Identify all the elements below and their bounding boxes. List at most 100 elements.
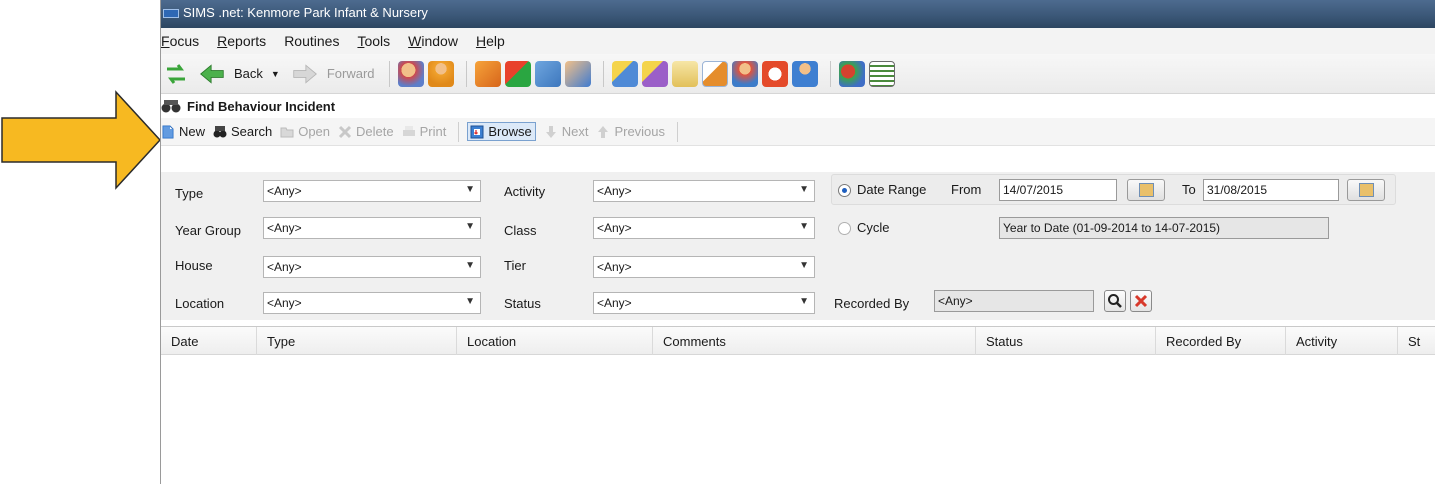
from-date-input[interactable]: 14/07/2015 [999, 179, 1117, 201]
column-header-type[interactable]: Type [257, 327, 457, 355]
menu-tools[interactable]: Tools [357, 33, 390, 49]
recorded-by-clear-button[interactable] [1130, 290, 1152, 312]
user-icon[interactable] [791, 60, 818, 87]
registers-icon[interactable] [641, 60, 668, 87]
report-icon[interactable] [868, 60, 895, 87]
back-arrow-icon [200, 63, 224, 84]
from-label: From [951, 182, 982, 197]
status-select[interactable]: <Any> ▼ [593, 292, 815, 314]
new-button[interactable]: New [161, 124, 205, 139]
toolbar-separator [465, 60, 467, 87]
menu-focus[interactable]: Focus [161, 33, 199, 49]
activity-label: Activity [504, 184, 546, 199]
chevron-down-icon: ▼ [465, 184, 475, 195]
forward-arrow-icon [293, 63, 317, 84]
recorded-by-label: Recorded By [834, 296, 910, 311]
column-header-status-truncated[interactable]: St [1398, 327, 1435, 355]
chevron-down-icon: ▼ [465, 260, 475, 271]
chevron-down-icon: ▼ [465, 221, 475, 232]
delete-x-icon [338, 125, 352, 138]
to-label: To [1182, 182, 1196, 197]
search-button[interactable]: Search [213, 124, 272, 139]
student-icon[interactable] [427, 60, 454, 87]
clear-x-icon [1134, 294, 1148, 308]
location-select[interactable]: <Any> ▼ [263, 292, 481, 314]
people-icon[interactable] [731, 60, 758, 87]
chevron-down-icon: ▼ [465, 296, 475, 307]
menu-window[interactable]: Window [408, 33, 458, 49]
edit-icon[interactable] [701, 60, 728, 87]
chevron-down-icon: ▼ [799, 260, 809, 271]
tier-label: Tier [504, 258, 526, 273]
open-button[interactable]: Open [280, 124, 330, 139]
column-header-date[interactable]: Date [161, 327, 257, 355]
menu-help[interactable]: Help [476, 33, 505, 49]
calendar-icon [1359, 183, 1374, 197]
toolbar-separator [602, 60, 604, 87]
delete-button[interactable]: Delete [338, 124, 394, 139]
date-range-radio[interactable] [838, 184, 851, 197]
house-select[interactable]: <Any> ▼ [263, 256, 481, 278]
browse-button[interactable]: Browse [467, 122, 536, 141]
column-header-recorded-by[interactable]: Recorded By [1156, 327, 1286, 355]
cycle-field: Year to Date (01-09-2014 to 14-07-2015) [999, 217, 1329, 239]
title-bar: SIMS .net: Kenmore Park Infant & Nursery [161, 0, 1435, 28]
previous-button[interactable]: Previous [596, 124, 665, 139]
flags-icon[interactable] [504, 60, 531, 87]
to-calendar-button[interactable] [1347, 179, 1385, 201]
back-dropdown-icon[interactable]: ▼ [271, 69, 280, 79]
menu-bar: Focus Reports Routines Tools Window Help [161, 28, 1435, 54]
tier-select[interactable]: <Any> ▼ [593, 256, 815, 278]
page-header: Find Behaviour Incident [161, 94, 1435, 118]
next-button[interactable]: Next [544, 124, 588, 139]
column-header-status[interactable]: Status [976, 327, 1156, 355]
printer-icon [402, 125, 415, 136]
column-header-activity[interactable]: Activity [1286, 327, 1398, 355]
menu-reports[interactable]: Reports [217, 33, 266, 49]
recorded-by-field: <Any> [934, 290, 1094, 312]
from-calendar-button[interactable] [1127, 179, 1165, 201]
students-icon[interactable] [397, 60, 424, 87]
binoculars-icon [213, 125, 227, 137]
back-button[interactable]: Back [199, 61, 263, 87]
down-arrow-icon [545, 125, 556, 138]
action-bar: New Search Open Delete Print Browse Next [161, 118, 1435, 146]
clock-icon[interactable] [761, 60, 788, 87]
toolbar-separator [829, 60, 831, 87]
type-select[interactable]: <Any> ▼ [263, 180, 481, 202]
calendar-icon [1139, 183, 1154, 197]
house-label: House [175, 258, 213, 273]
to-date-input[interactable]: 31/08/2015 [1203, 179, 1339, 201]
class-label: Class [504, 223, 537, 238]
activity-select[interactable]: <Any> ▼ [593, 180, 815, 202]
app-icon [163, 9, 179, 18]
column-header-location[interactable]: Location [457, 327, 653, 355]
book-icon[interactable] [474, 60, 501, 87]
print-button[interactable]: Print [402, 124, 446, 139]
screen-icon[interactable] [534, 60, 561, 87]
location-label: Location [175, 296, 225, 311]
document-icon[interactable] [671, 60, 698, 87]
column-header-comments[interactable]: Comments [653, 327, 976, 355]
switch-arrows-icon [167, 63, 185, 84]
action-separator [458, 121, 460, 142]
results-grid: Date Type Location Comments Status Recor… [161, 326, 1435, 484]
class-select[interactable]: <Any> ▼ [593, 217, 815, 239]
browse-icon [470, 125, 484, 138]
cycle-label: Cycle [857, 220, 890, 235]
type-label: Type [175, 186, 204, 201]
chevron-down-icon: ▼ [799, 221, 809, 232]
pointer-arrow [1, 90, 162, 190]
attendance-icon[interactable] [611, 60, 638, 87]
app-window: SIMS .net: Kenmore Park Infant & Nursery… [160, 0, 1435, 484]
switch-button[interactable] [163, 61, 193, 87]
toolbar-separator [388, 60, 390, 87]
cycle-radio[interactable] [838, 222, 851, 235]
up-arrow-icon [598, 125, 609, 138]
menu-routines[interactable]: Routines [284, 33, 339, 49]
chart-icon[interactable] [838, 60, 865, 87]
recorded-by-search-button[interactable] [1104, 290, 1126, 312]
year-group-select[interactable]: <Any> ▼ [263, 217, 481, 239]
forward-button[interactable]: Forward [292, 61, 375, 87]
staff-icon[interactable] [564, 60, 591, 87]
